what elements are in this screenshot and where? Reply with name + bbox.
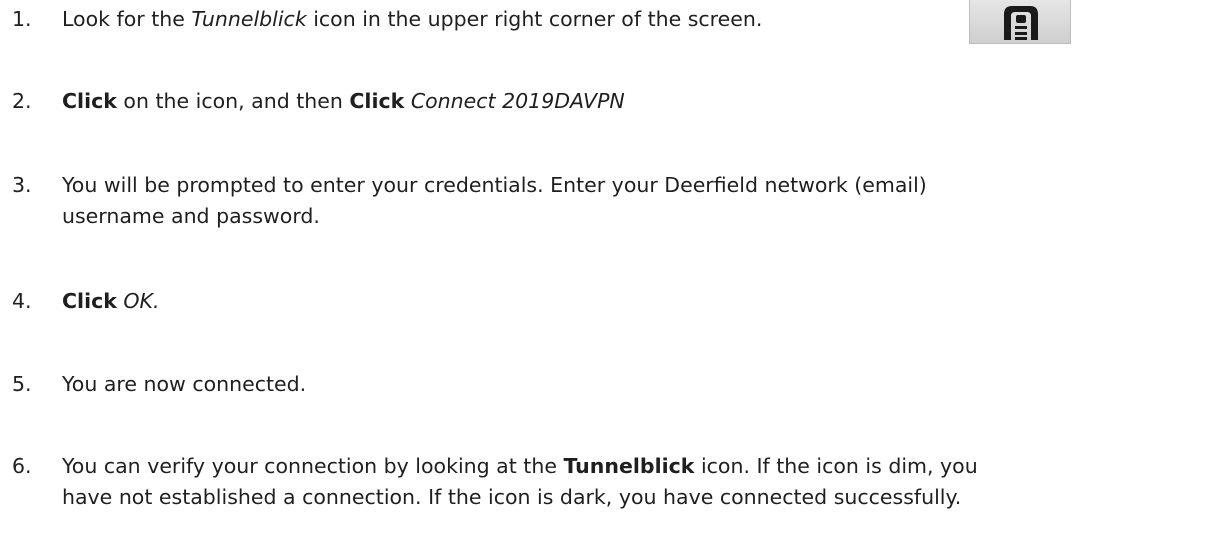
step-bold: Click	[62, 289, 117, 313]
step-emphasis: OK.	[123, 289, 160, 313]
step-3: 3. You will be prompted to enter your cre…	[12, 170, 927, 232]
step-text-continued: username and password.	[62, 204, 320, 228]
step-number: 6.	[12, 454, 32, 478]
tunnel-icon-glyph	[1004, 6, 1038, 40]
instruction-list: 1. Look for the Tunnelblick icon in the u…	[0, 0, 1217, 543]
step-6: 6. You can verify your connection by look…	[12, 451, 978, 513]
step-emphasis: Connect 2019DAVPN	[410, 89, 625, 113]
step-text: You will be prompted to enter your crede…	[62, 173, 927, 197]
step-number: 3.	[12, 173, 32, 197]
step-bold: Tunnelblick	[563, 454, 695, 478]
step-text-continued: have not established a connection. If th…	[62, 485, 962, 509]
step-emphasis: Tunnelblick	[191, 7, 307, 31]
step-1: 1. Look for the Tunnelblick icon in the u…	[12, 4, 762, 35]
step-text: You can verify your connection by lookin…	[62, 454, 564, 478]
step-bold: Click	[349, 89, 405, 113]
step-5: 5. You are now connected.	[12, 369, 306, 400]
step-2: 2. Click on the icon, and then Click Conn…	[12, 86, 625, 117]
step-text: icon. If the icon is dim, you	[694, 454, 978, 478]
step-number: 5.	[12, 372, 32, 396]
step-bold: Click	[62, 89, 117, 113]
step-text: on the icon, and then	[116, 89, 350, 113]
step-text: Look for the	[62, 7, 192, 31]
step-text: You are now connected.	[62, 372, 307, 396]
step-number: 4.	[12, 289, 32, 313]
tunnelblick-icon	[969, 0, 1071, 44]
step-number: 1.	[12, 7, 32, 31]
step-4: 4. Click OK.	[12, 286, 160, 317]
step-text: icon in the upper right corner of the sc…	[306, 7, 763, 31]
step-number: 2.	[12, 89, 32, 113]
